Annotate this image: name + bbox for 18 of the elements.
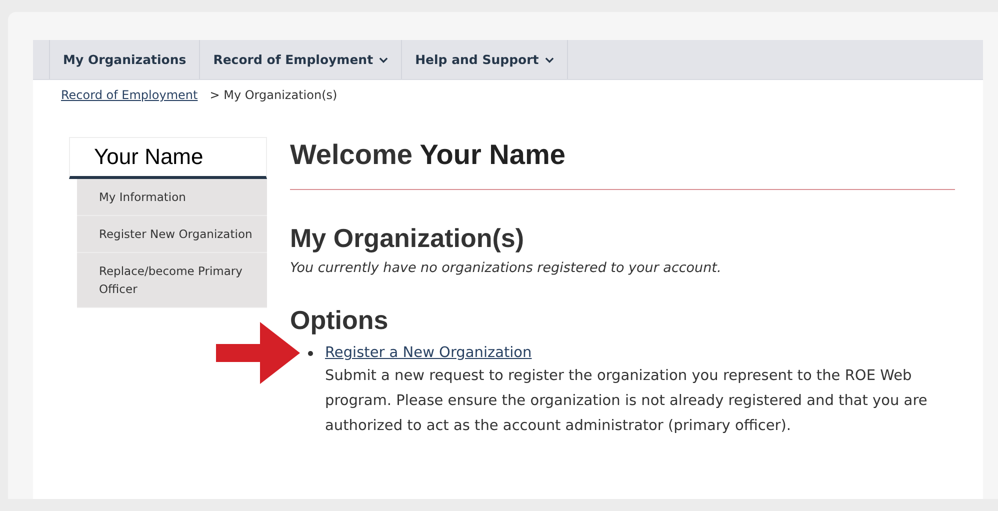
option-description: Submit a new request to register the organization you represent to the ROE Web program. Please ensure the organization is not already registered and that you are authorized to act as the account administrator (primary officer). — [325, 367, 928, 436]
bullet-icon — [308, 351, 313, 356]
empty-message: You currently have no organizations registered to your account. — [290, 260, 722, 276]
caret-icon — [544, 56, 554, 62]
nav-tab[interactable]: My Organizations — [49, 40, 200, 79]
breadcrumb-current: > My Organization(s) — [210, 88, 338, 102]
breadcrumb-link[interactable]: Record of Employment — [61, 88, 198, 102]
sidebar-item[interactable]: Register New Organization — [77, 216, 267, 253]
nav-tab[interactable]: Help and Support — [401, 40, 568, 79]
sidebar-item[interactable]: My Information — [77, 179, 267, 216]
user-name: Your Name — [420, 139, 566, 170]
welcome-heading: Welcome — [290, 139, 412, 170]
sidebar-item[interactable]: Replace/become Primary Officer — [77, 253, 267, 308]
option-link[interactable]: Register a New Organization — [325, 345, 532, 361]
section-heading: My Organization(s) — [290, 222, 526, 255]
section-heading: Options — [290, 304, 390, 337]
caret-icon — [379, 56, 388, 62]
nav-tab[interactable]: Record of Employment — [199, 40, 402, 79]
